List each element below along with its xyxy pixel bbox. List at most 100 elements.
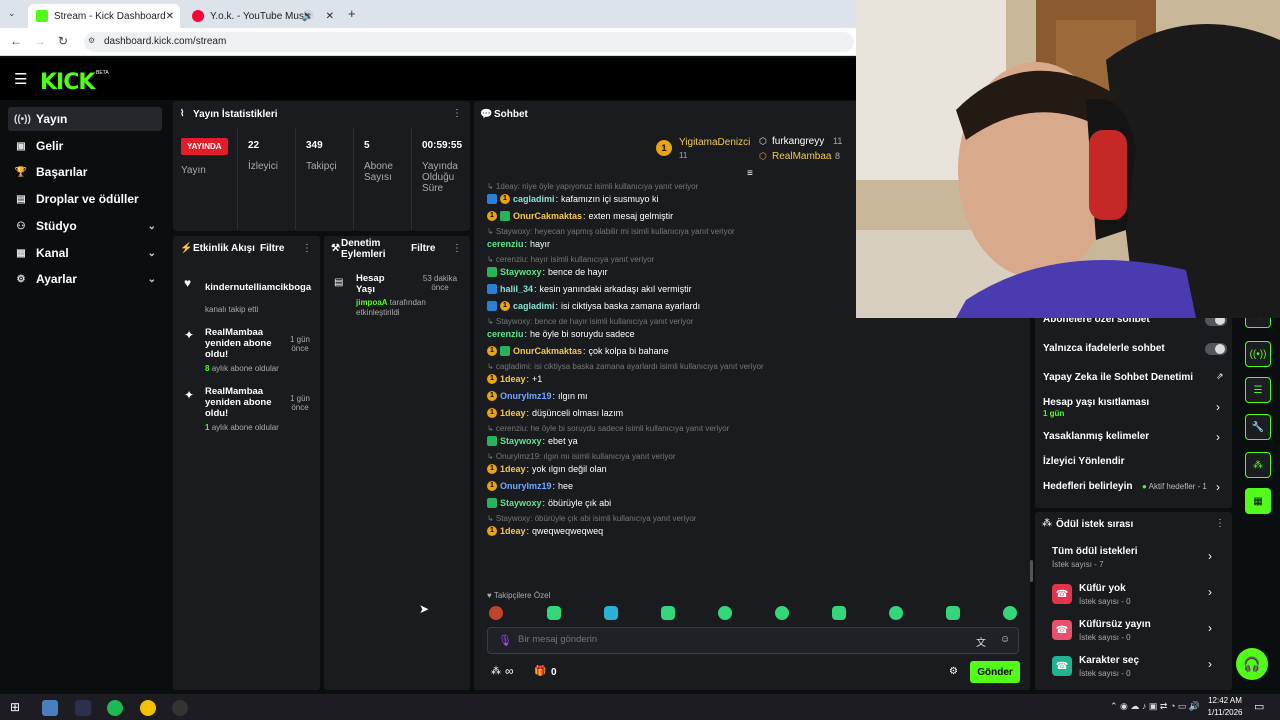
taskbar-app-icon[interactable] xyxy=(42,700,58,716)
chat-scrollbar[interactable] xyxy=(1030,560,1033,582)
chat-username[interactable]: OnurCakmaktas xyxy=(513,346,582,356)
chevron-right-icon[interactable]: › xyxy=(1208,585,1212,599)
more-options-icon[interactable]: ⋮ xyxy=(1215,518,1225,529)
emote-icon[interactable] xyxy=(661,606,675,620)
chat-username[interactable]: halil_34 xyxy=(500,284,533,294)
chat-message[interactable]: 1 1deay: +1 xyxy=(487,373,542,385)
filter-list-icon[interactable]: ≡ xyxy=(747,168,753,179)
emote-icon[interactable] xyxy=(604,606,618,620)
chat-message[interactable]: 1 1deay: yok ılgın değil olan xyxy=(487,463,607,475)
chat-settings-gear-icon[interactable]: ⚙ xyxy=(949,666,958,677)
top-gifter-name[interactable]: YigitamaDenizci xyxy=(679,137,750,148)
sidebar-item-droplar[interactable]: ▤ Droplar ve ödüller xyxy=(8,187,162,211)
chat-message[interactable]: Staywoxy: ebet ya xyxy=(487,435,578,447)
reward-title[interactable]: Küfür yok xyxy=(1079,583,1126,594)
emote-icon[interactable] xyxy=(946,606,960,620)
sidebar-item-gelir[interactable]: ▣ Gelir xyxy=(8,134,162,158)
taskbar-date[interactable]: 1/11/2026 xyxy=(1205,708,1245,717)
third-gifter-name[interactable]: RealMambaa xyxy=(772,151,831,162)
chat-message[interactable]: 1 1deay: qweqweqweqweq xyxy=(487,525,603,537)
notification-icon[interactable]: ▭ xyxy=(1254,700,1264,713)
more-options-icon[interactable]: ⋮ xyxy=(452,108,462,119)
sidebar-item-ayarlar[interactable]: ⚙ Ayarlar ⌄ xyxy=(8,267,162,291)
chat-username[interactable]: OnurCakmaktas xyxy=(513,211,582,221)
obs-icon[interactable] xyxy=(172,700,188,716)
kick-logo[interactable]: KICK xyxy=(40,70,95,95)
chat-username[interactable]: Onurylmz19 xyxy=(500,481,552,491)
chat-message[interactable]: 1 OnurCakmaktas: exten mesaj gelmiştir xyxy=(487,210,673,222)
emote-icon[interactable] xyxy=(775,606,789,620)
external-link-icon[interactable]: ⇗ xyxy=(1216,371,1224,382)
rail-list-icon[interactable]: ☰ xyxy=(1245,377,1271,403)
close-tab-icon[interactable]: ✕ xyxy=(166,11,174,22)
chat-message-input[interactable] xyxy=(518,634,938,645)
chat-message[interactable]: cerenziu: he öyle bi soruydu sadece xyxy=(487,328,635,340)
chat-message[interactable]: Staywoxy: bence de hayır xyxy=(487,266,608,278)
reward-title[interactable]: Küfürsüz yayın xyxy=(1079,619,1151,630)
emote-icon[interactable] xyxy=(889,606,903,620)
chat-username[interactable]: 1deay xyxy=(500,374,526,384)
rail-share-icon[interactable]: ⁂ xyxy=(1245,452,1271,478)
chat-username[interactable]: Staywoxy xyxy=(500,436,542,446)
reload-icon[interactable]: ↻ xyxy=(58,34,68,48)
audio-playing-icon[interactable]: 🔊 xyxy=(302,11,314,22)
chat-username[interactable]: 1deay xyxy=(500,408,526,418)
tab-kick-dashboard[interactable]: Stream - Kick Dashboard ✕ xyxy=(28,4,180,28)
url-field[interactable]: ⚙ dashboard.kick.com/stream xyxy=(84,32,854,52)
back-arrow-icon[interactable]: ← xyxy=(10,34,22,48)
emote-icon[interactable] xyxy=(547,606,561,620)
chat-message[interactable]: 1 cagladimi: kafamızın içi susmuyo ki xyxy=(487,193,659,205)
points-icon[interactable]: ⁂ xyxy=(491,666,501,677)
rail-broadcast-icon[interactable]: ((•)) xyxy=(1245,341,1271,367)
send-button[interactable]: Gönder xyxy=(970,661,1020,683)
activity-follower-name[interactable]: kindernutelliamcikboga xyxy=(205,282,311,293)
chat-input-box[interactable]: 🎙 文 ☺ xyxy=(487,627,1019,654)
chevron-right-icon[interactable]: › xyxy=(1216,400,1220,414)
chat-message[interactable]: 1 1deay: düşünceli olması lazım xyxy=(487,407,623,419)
microphone-icon[interactable]: 🎙 xyxy=(498,634,512,647)
chevron-right-icon[interactable]: › xyxy=(1216,480,1220,494)
chat-username[interactable]: 1deay xyxy=(500,526,526,536)
audit-filter-button[interactable]: Filtre xyxy=(411,243,435,254)
more-options-icon[interactable]: ⋮ xyxy=(452,243,462,254)
chat-message[interactable]: 1 cagladimi: isi ciktiysa baska zamana aya… xyxy=(487,300,700,312)
chevron-right-icon[interactable]: › xyxy=(1208,621,1212,635)
sidebar-item-basarilar[interactable]: 🏆 Başarılar xyxy=(8,160,162,184)
ai-moderation-link[interactable]: Yapay Zeka ile Sohbet Denetimi xyxy=(1043,372,1193,383)
chevron-right-icon[interactable]: › xyxy=(1216,430,1220,444)
chat-username[interactable]: Onurylmz19 xyxy=(500,391,552,401)
chat-message[interactable]: 1 Onurylmz19: ılgın mı xyxy=(487,390,588,402)
activity-filter-button[interactable]: Filtre xyxy=(260,243,284,254)
chat-username[interactable]: Staywoxy xyxy=(500,267,542,277)
menu-hamburger-icon[interactable]: ☰ xyxy=(14,70,27,88)
sidebar-item-yayin[interactable]: ((•)) Yayın xyxy=(8,107,162,131)
banned-words-label[interactable]: Yasaklanmış kelimeler xyxy=(1043,431,1149,442)
emote-icon[interactable] xyxy=(1003,606,1017,620)
redirect-viewers-label[interactable]: İzleyici Yönlendir xyxy=(1043,456,1125,467)
more-options-icon[interactable]: ⋮ xyxy=(302,243,312,254)
reward-title[interactable]: Karakter seç xyxy=(1079,655,1139,666)
second-gifter-name[interactable]: furkangreyy xyxy=(772,136,824,147)
emoji-icon[interactable]: ☺ xyxy=(1000,634,1010,645)
set-goals-label[interactable]: Hedefleri belirleyin xyxy=(1043,481,1132,492)
forward-arrow-icon[interactable]: → xyxy=(34,34,46,48)
rail-wrench-icon[interactable]: 🔧 xyxy=(1245,414,1271,440)
chevron-right-icon[interactable]: › xyxy=(1208,549,1212,563)
chrome-icon[interactable] xyxy=(140,700,156,716)
close-tab-icon[interactable]: ✕ xyxy=(326,11,334,22)
chat-username[interactable]: cagladimi xyxy=(513,194,555,204)
spotify-icon[interactable] xyxy=(107,700,123,716)
audit-actor[interactable]: jimpoaA xyxy=(356,298,388,307)
tab-youtube-music[interactable]: Y.o.k. - YouTube Music 🔊 ✕ xyxy=(184,4,340,28)
chat-username[interactable]: Staywoxy xyxy=(500,498,542,508)
sidebar-item-kanal[interactable]: ▦ Kanal ⌄ xyxy=(8,241,162,265)
account-age-label[interactable]: Hesap yaşı kısıtlaması xyxy=(1043,397,1149,408)
chat-username[interactable]: 1deay xyxy=(500,464,526,474)
windows-start-icon[interactable]: ⊞ xyxy=(10,700,20,714)
chat-message[interactable]: cerenziu: hayır xyxy=(487,238,550,250)
chat-message[interactable]: 1 Onurylmz19: hee xyxy=(487,480,573,492)
emote-icon[interactable] xyxy=(832,606,846,620)
taskbar-time[interactable]: 12:42 AM xyxy=(1205,696,1245,705)
chat-username[interactable]: cerenziu xyxy=(487,329,524,339)
chat-username[interactable]: cerenziu xyxy=(487,239,524,249)
